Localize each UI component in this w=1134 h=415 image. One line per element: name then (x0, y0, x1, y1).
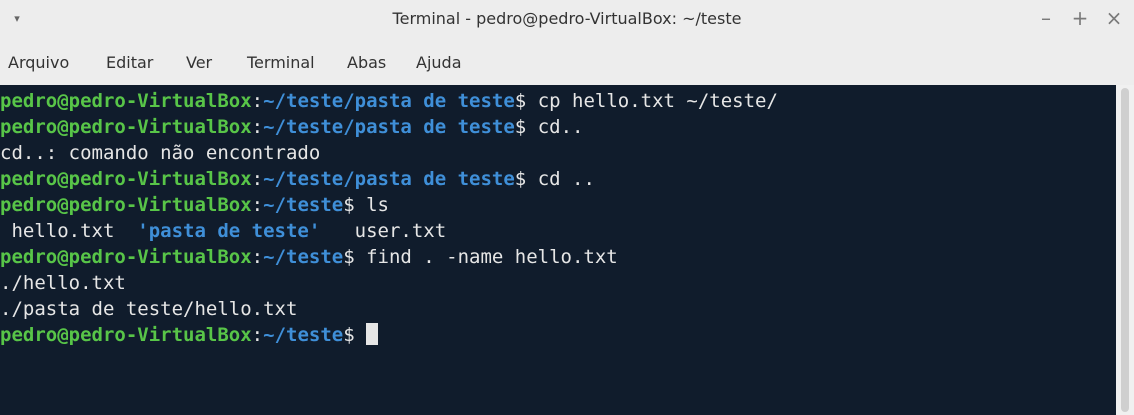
prompt-path: ~/teste/pasta de teste (263, 90, 515, 112)
output-text: ./hello.txt (0, 272, 126, 294)
terminal-line: pedro@pedro-VirtualBox:~/teste/pasta de … (0, 88, 778, 114)
minimize-icon[interactable]: – (1036, 7, 1056, 29)
terminal-line: pedro@pedro-VirtualBox:~/teste$ ls (0, 192, 389, 218)
menu-arquivo[interactable]: Arquivo (8, 53, 69, 72)
prompt-symbol: $ (514, 116, 538, 138)
output-text: cd..: comando não encontrado (0, 142, 321, 164)
text-cursor (366, 323, 379, 345)
menu-terminal[interactable]: Terminal (247, 53, 315, 72)
output-text: ./pasta de teste/hello.txt (0, 298, 298, 320)
prompt-colon: : (251, 324, 264, 346)
prompt-symbol: $ (343, 246, 367, 268)
prompt-symbol: $ (343, 324, 367, 346)
menu-ajuda[interactable]: Ajuda (416, 53, 462, 72)
prompt-symbol: $ (514, 90, 538, 112)
prompt-user-host: pedro@pedro-VirtualBox (0, 90, 252, 112)
title-bar: ▾ Terminal - pedro@pedro-VirtualBox: ~/t… (0, 0, 1134, 42)
prompt-colon: : (251, 168, 264, 190)
menu-editar[interactable]: Editar (106, 53, 153, 72)
terminal-line: ./pasta de teste/hello.txt (0, 296, 297, 322)
command-text: cd.. (537, 116, 584, 138)
prompt-path: ~/teste (263, 246, 344, 268)
prompt-user-host: pedro@pedro-VirtualBox (0, 194, 252, 216)
prompt-user-host: pedro@pedro-VirtualBox (0, 246, 252, 268)
vertical-scrollbar[interactable] (1116, 85, 1134, 415)
terminal-line: pedro@pedro-VirtualBox:~/teste/pasta de … (0, 114, 583, 140)
terminal-area[interactable]: pedro@pedro-VirtualBox:~/teste/pasta de … (0, 85, 1116, 415)
command-text: find . -name hello.txt (366, 246, 618, 268)
menu-bar: Arquivo Editar Ver Terminal Abas Ajuda (0, 42, 1134, 85)
prompt-path: ~/teste (263, 194, 344, 216)
terminal-line: hello.txt 'pasta de teste' user.txt (0, 218, 446, 244)
command-text: cd .. (537, 168, 595, 190)
terminal-line: pedro@pedro-VirtualBox:~/teste/pasta de … (0, 166, 595, 192)
ls-entry-directory: 'pasta de teste' (137, 220, 321, 242)
terminal-line: cd..: comando não encontrado (0, 140, 320, 166)
command-text: ls (366, 194, 389, 216)
scrollbar-thumb[interactable] (1121, 88, 1129, 412)
close-icon[interactable]: × (1104, 7, 1124, 29)
prompt-colon: : (251, 246, 264, 268)
prompt-symbol: $ (343, 194, 367, 216)
terminal-line: pedro@pedro-VirtualBox:~/teste$ find . -… (0, 244, 618, 270)
prompt-user-host: pedro@pedro-VirtualBox (0, 168, 252, 190)
menu-abas[interactable]: Abas (347, 53, 386, 72)
prompt-user-host: pedro@pedro-VirtualBox (0, 116, 252, 138)
maximize-icon[interactable]: + (1070, 7, 1090, 29)
window-title: Terminal - pedro@pedro-VirtualBox: ~/tes… (392, 9, 742, 28)
terminal-line: pedro@pedro-VirtualBox:~/teste$ (0, 322, 379, 348)
terminal-line: ./hello.txt (0, 270, 126, 296)
prompt-path: ~/teste (263, 324, 344, 346)
menu-ver[interactable]: Ver (186, 53, 212, 72)
prompt-user-host: pedro@pedro-VirtualBox (0, 324, 252, 346)
prompt-colon: : (251, 194, 264, 216)
prompt-path: ~/teste/pasta de teste (263, 116, 515, 138)
prompt-path: ~/teste/pasta de teste (263, 168, 515, 190)
prompt-colon: : (251, 116, 264, 138)
prompt-symbol: $ (514, 168, 538, 190)
ls-entry-file: user.txt (320, 220, 447, 242)
command-text: cp hello.txt ~/teste/ (537, 90, 778, 112)
prompt-colon: : (251, 90, 264, 112)
ls-entry-file: hello.txt (0, 220, 138, 242)
